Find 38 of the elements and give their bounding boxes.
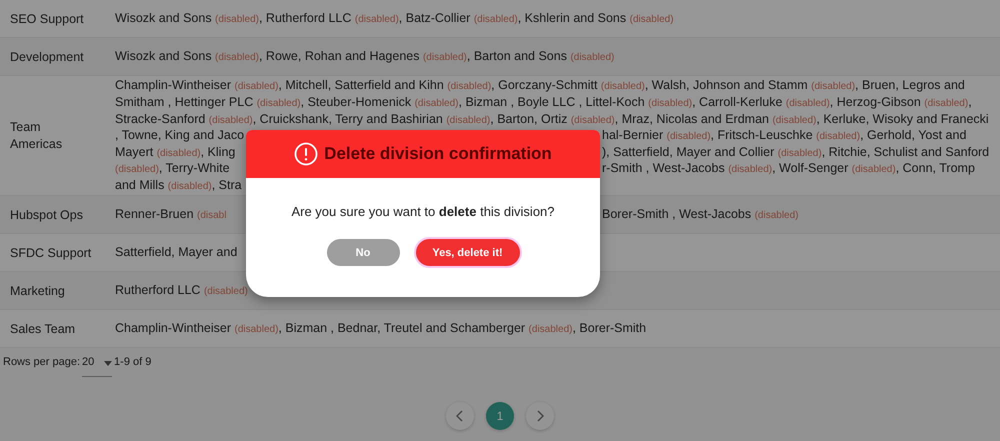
page-range: 1-9 of 9 bbox=[114, 356, 152, 368]
division-name: SEO Support bbox=[10, 10, 84, 28]
members-text: and Mills (disabled), Stra bbox=[115, 176, 242, 194]
chevron-left-icon bbox=[456, 410, 464, 422]
members-text: , Towne, King and Jaco bbox=[115, 127, 244, 144]
members-text: Champlin-Wintheiser (disabled), Bizman , Bednar, Treutel and Schamberger (disabled), Borer-Smith bbox=[115, 320, 646, 338]
warning-icon bbox=[294, 142, 318, 166]
rows-per-page-select[interactable]: 20 bbox=[82, 356, 112, 377]
members-text: r-Smith , West-Jacobs (disabled), Wolf-Senger (disabled), Conn, Tromp bbox=[602, 160, 975, 177]
chevron-right-icon bbox=[536, 410, 544, 422]
confirm-button[interactable]: Yes, delete it! bbox=[416, 239, 520, 266]
members-text: Wisozk and Sons (disabled), Rowe, Rohan and Hagenes (disabled), Barton and Sons (disabled) bbox=[115, 48, 614, 66]
division-name: Marketing bbox=[10, 282, 65, 300]
page-button[interactable]: 1 bbox=[486, 402, 514, 430]
members-text: Smitham , Hettinger PLC (disabled), Steuber-Homenick (disabled), Bizman , Boyle LLC , Littel-Koch (disabled), Carroll-Kerluke (disabled), Herzog-Gibson (disabled), bbox=[115, 94, 972, 112]
dialog-message: Are you sure you want to delete this division? bbox=[290, 204, 556, 219]
members-text: (disabled), Terry-White bbox=[115, 160, 230, 178]
previous-page-button[interactable] bbox=[446, 402, 474, 430]
members-text: Renner-Bruen (disabl bbox=[115, 206, 226, 224]
division-name: SFDC Support bbox=[10, 244, 92, 262]
members-text: Wisozk and Sons (disabled), Rutherford LLC (disabled), Batz-Collier (disabled), Kshlerin and Sons (disabled) bbox=[115, 10, 674, 28]
members-text: Borer-Smith , West-Jacobs (disabled) bbox=[602, 206, 799, 223]
division-name: Development bbox=[10, 48, 84, 66]
members-text: Champlin-Wintheiser (disabled), Mitchell, Satterfield and Kihn (disabled), Gorczany-Schmitt (disabled), Walsh, Johnson and Stamm (disabled), Bruen, Legros and bbox=[115, 77, 965, 94]
next-page-button[interactable] bbox=[526, 402, 554, 430]
caret-icon bbox=[104, 361, 112, 366]
division-name: Sales Team bbox=[10, 320, 76, 338]
division-name: Hubspot Ops bbox=[10, 206, 83, 224]
members-text: ), Satterfield, Mayer and Collier (disabled), Ritchie, Schulist and Sanford bbox=[602, 144, 990, 160]
members-text: Mayert (disabled), Kling bbox=[115, 144, 236, 161]
members-text: hal-Bernier (disabled), Fritsch-Leuschke (disabled), Gerhold, Yost and bbox=[602, 127, 966, 144]
cancel-button[interactable]: No bbox=[326, 239, 400, 266]
dialog-title: Delete division confirmation bbox=[324, 144, 552, 164]
members-text: Stracke-Sanford (disabled), Cruickshank, Terry and Bashirian (disabled), Barton, Ortiz (disabled), Mraz, Nicolas and Erdman (disabled), Kerluke, Wisoky and Franecki bbox=[115, 110, 989, 128]
rows-per-page-label: Rows per page: bbox=[3, 356, 80, 368]
division-name: Team Americas bbox=[10, 118, 62, 152]
members-text: Satterfield, Mayer and bbox=[115, 244, 238, 261]
members-text: Rutherford LLC (disabled) bbox=[115, 282, 248, 300]
